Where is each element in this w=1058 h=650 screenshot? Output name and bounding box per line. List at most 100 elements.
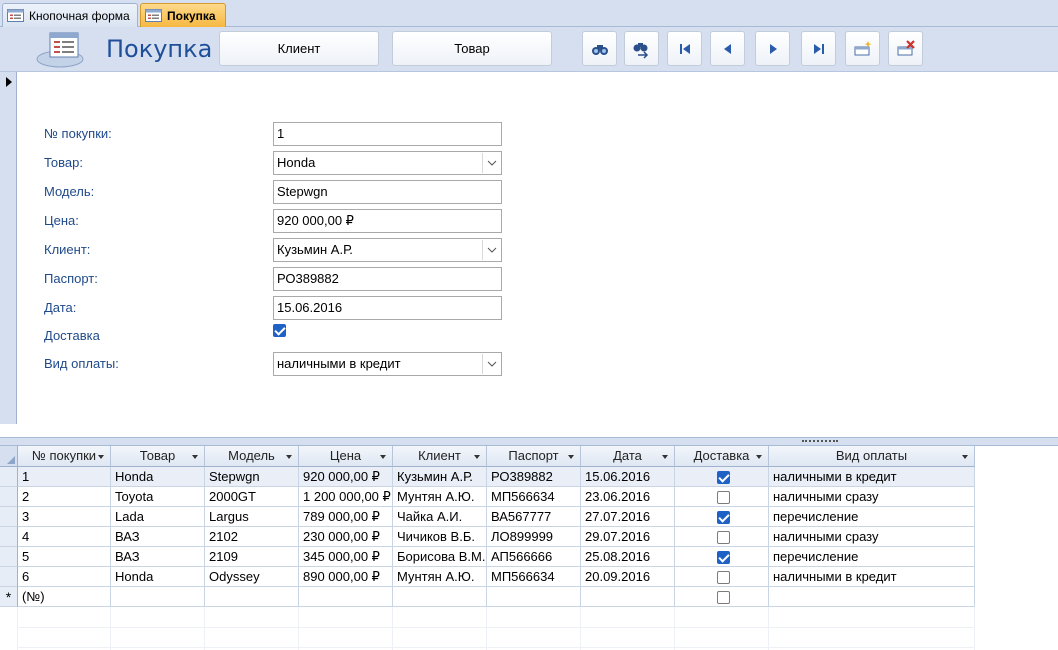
table-cell-purchase-number[interactable]: 2 (18, 487, 111, 507)
sort-filter-dropdown-icon[interactable] (380, 455, 386, 459)
sort-filter-dropdown-icon[interactable] (568, 455, 574, 459)
table-cell-product[interactable] (111, 587, 205, 607)
row-selector[interactable] (0, 547, 18, 567)
sort-filter-dropdown-icon[interactable] (756, 455, 762, 459)
table-cell-model[interactable]: 2109 (205, 547, 299, 567)
delivery-checkbox[interactable] (717, 531, 730, 544)
column-header-model[interactable]: Модель (205, 446, 299, 467)
next-record-button[interactable] (755, 31, 790, 66)
table-cell-model[interactable] (205, 587, 299, 607)
client-button[interactable]: Клиент (219, 31, 379, 66)
payment-type-combo[interactable]: наличными в кредит (273, 352, 502, 376)
delivery-checkbox[interactable] (717, 491, 730, 504)
row-selector[interactable]: * (0, 587, 18, 607)
sort-filter-dropdown-icon[interactable] (662, 455, 668, 459)
price-field[interactable]: 920 000,00 ₽ (273, 209, 502, 233)
table-cell-price[interactable]: 230 000,00 ₽ (299, 527, 393, 547)
table-cell-client[interactable]: Кузьмин А.Р. (393, 467, 487, 487)
column-header-date[interactable]: Дата (581, 446, 675, 467)
delivery-checkbox[interactable] (717, 571, 730, 584)
table-cell-payment-type[interactable]: наличными в кредит (769, 467, 975, 487)
table-cell-date[interactable]: 25.08.2016 (581, 547, 675, 567)
table-cell-purchase-number[interactable]: 5 (18, 547, 111, 567)
find-button[interactable] (582, 31, 617, 66)
chevron-down-icon[interactable] (482, 153, 500, 173)
table-cell-payment-type[interactable]: наличными сразу (769, 487, 975, 507)
client-combo[interactable]: Кузьмин А.Р. (273, 238, 502, 262)
column-header-price[interactable]: Цена (299, 446, 393, 467)
column-header-payment-type[interactable]: Вид оплаты (769, 446, 975, 467)
table-cell-client[interactable]: Мунтян А.Ю. (393, 567, 487, 587)
table-cell-model[interactable]: Odyssey (205, 567, 299, 587)
split-form-splitter[interactable] (0, 437, 1058, 446)
sort-filter-dropdown-icon[interactable] (192, 455, 198, 459)
table-cell-date[interactable]: 29.07.2016 (581, 527, 675, 547)
column-header-client[interactable]: Клиент (393, 446, 487, 467)
table-cell-product[interactable]: Lada (111, 507, 205, 527)
table-cell-client[interactable]: Мунтян А.Ю. (393, 487, 487, 507)
row-selector[interactable] (0, 487, 18, 507)
table-cell-client[interactable]: Чичиков В.Б. (393, 527, 487, 547)
sort-filter-dropdown-icon[interactable] (474, 455, 480, 459)
last-record-button[interactable] (801, 31, 836, 66)
table-cell-model[interactable]: Largus (205, 507, 299, 527)
table-cell-purchase-number[interactable]: 1 (18, 467, 111, 487)
table-cell-date[interactable]: 20.09.2016 (581, 567, 675, 587)
delivery-checkbox[interactable] (717, 511, 730, 524)
table-cell-product[interactable]: Honda (111, 567, 205, 587)
row-selector[interactable] (0, 507, 18, 527)
table-cell-purchase-number[interactable]: (№) (18, 587, 111, 607)
table-cell-client[interactable] (393, 587, 487, 607)
table-cell-client[interactable]: Борисова В.М. (393, 547, 487, 567)
table-cell-product[interactable]: ВАЗ (111, 527, 205, 547)
table-cell-purchase-number[interactable]: 6 (18, 567, 111, 587)
table-cell-passport[interactable]: ВА567777 (487, 507, 581, 527)
delivery-checkbox[interactable] (717, 471, 730, 484)
table-cell-model[interactable]: Stepwgn (205, 467, 299, 487)
find-next-button[interactable] (624, 31, 659, 66)
chevron-down-icon[interactable] (482, 354, 500, 374)
table-cell-price[interactable]: 1 200 000,00 ₽ (299, 487, 393, 507)
table-cell-payment-type[interactable]: перечисление (769, 507, 975, 527)
record-selector[interactable] (0, 72, 17, 424)
table-cell-passport[interactable]: РО389882 (487, 467, 581, 487)
table-cell-price[interactable] (299, 587, 393, 607)
column-header-purchase-number[interactable]: № покупки (18, 446, 111, 467)
table-cell-product[interactable]: Honda (111, 467, 205, 487)
table-cell-purchase-number[interactable]: 4 (18, 527, 111, 547)
sort-filter-dropdown-icon[interactable] (98, 455, 104, 459)
row-selector[interactable] (0, 467, 18, 487)
chevron-down-icon[interactable] (482, 240, 500, 260)
model-field[interactable]: Stepwgn (273, 180, 502, 204)
table-cell-model[interactable]: 2000GT (205, 487, 299, 507)
table-cell-passport[interactable] (487, 587, 581, 607)
table-cell-payment-type[interactable]: наличными сразу (769, 527, 975, 547)
delete-record-button[interactable] (888, 31, 923, 66)
first-record-button[interactable] (667, 31, 702, 66)
column-header-delivery[interactable]: Доставка (675, 446, 769, 467)
table-cell-price[interactable]: 345 000,00 ₽ (299, 547, 393, 567)
new-record-button[interactable] (845, 31, 880, 66)
product-button[interactable]: Товар (392, 31, 552, 66)
previous-record-button[interactable] (710, 31, 745, 66)
row-selector[interactable] (0, 567, 18, 587)
table-cell-date[interactable]: 15.06.2016 (581, 467, 675, 487)
table-cell-passport[interactable]: АП566666 (487, 547, 581, 567)
column-header-passport[interactable]: Паспорт (487, 446, 581, 467)
table-cell-client[interactable]: Чайка А.И. (393, 507, 487, 527)
select-all-corner[interactable] (0, 446, 18, 467)
table-cell-date[interactable]: 27.07.2016 (581, 507, 675, 527)
table-cell-purchase-number[interactable]: 3 (18, 507, 111, 527)
table-cell-passport[interactable]: МП566634 (487, 567, 581, 587)
delivery-checkbox[interactable] (717, 551, 730, 564)
tab-switchboard-form[interactable]: Кнопочная форма (2, 3, 138, 27)
table-cell-date[interactable]: 23.06.2016 (581, 487, 675, 507)
table-cell-product[interactable]: Toyota (111, 487, 205, 507)
table-cell-date[interactable] (581, 587, 675, 607)
sort-filter-dropdown-icon[interactable] (286, 455, 292, 459)
table-cell-payment-type[interactable]: перечисление (769, 547, 975, 567)
table-cell-passport[interactable]: МП566634 (487, 487, 581, 507)
product-combo[interactable]: Honda (273, 151, 502, 175)
row-selector[interactable] (0, 527, 18, 547)
table-cell-price[interactable]: 920 000,00 ₽ (299, 467, 393, 487)
